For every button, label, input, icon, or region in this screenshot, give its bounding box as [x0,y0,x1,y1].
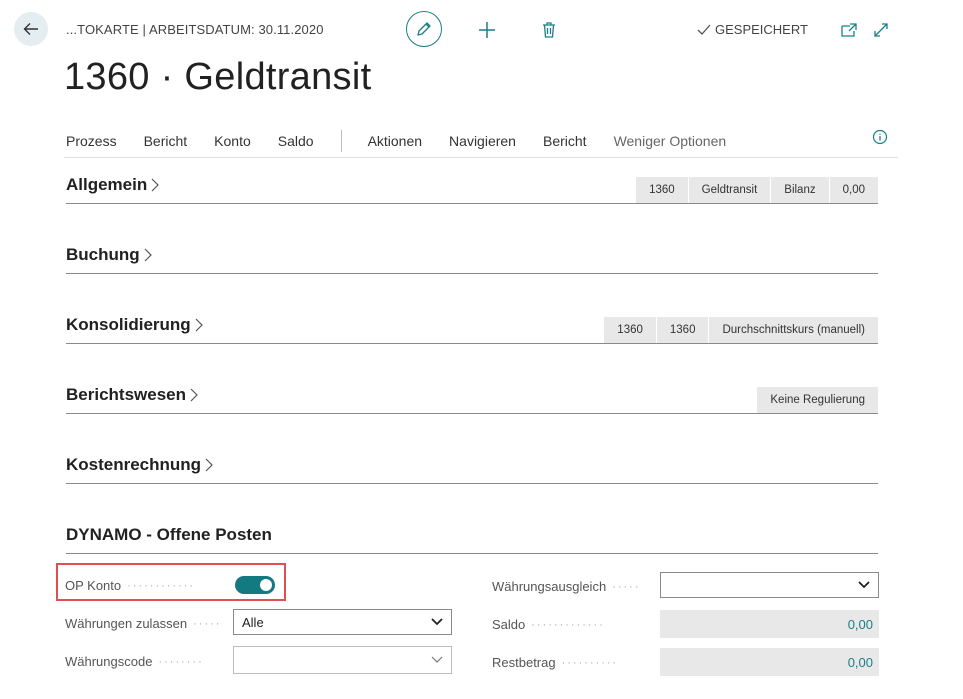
delete-button[interactable] [538,19,560,41]
saldo-value[interactable]: 0,00 [660,610,879,638]
summary-chip: 1360 [636,177,688,203]
summary-chips: Keine Regulierung [757,387,878,413]
waehrungscode-lookup[interactable] [233,646,452,674]
arrow-left-icon [23,23,38,35]
saved-label: GESPEICHERT [715,22,808,37]
field-label-text: Währungscode [65,654,153,669]
expand-icon [874,23,888,37]
action-bericht-2[interactable]: Bericht [543,133,587,149]
back-button[interactable] [14,12,48,46]
checkmark-icon [697,24,711,35]
field-label-text: Währungen zulassen [65,616,188,631]
chevron-right-icon [205,458,213,472]
section-buchung-header[interactable]: Buchung [66,245,153,265]
section-allgemein-header[interactable]: Allgemein [66,175,160,195]
section-kostenrechnung-header[interactable]: Kostenrechnung [66,455,214,475]
chevron-right-icon [195,318,203,332]
section-berichtswesen-header[interactable]: Berichtswesen [66,385,199,405]
waehrungscode-label: Währungscode ········ [65,654,230,669]
chevron-right-icon [144,248,152,262]
chevron-right-icon [151,178,160,192]
label-leader: ····· [612,580,641,593]
summary-chip: Durchschnittskurs (manuell) [708,317,878,343]
action-bericht[interactable]: Bericht [144,133,188,149]
field-label-text: Restbetrag [492,655,556,670]
section-title: Allgemein [66,175,148,194]
section-buchung: Buchung [66,245,878,274]
field-label-text: Währungsausgleich [492,579,607,594]
pencil-icon [417,22,431,36]
plus-icon [479,22,495,38]
action-bar: Prozess Bericht Konto Saldo Aktionen Nav… [66,130,753,152]
section-title: Buchung [66,245,140,264]
summary-chip: Bilanz [770,177,829,203]
info-icon [872,129,888,145]
action-konto[interactable]: Konto [214,133,251,149]
open-new-window-icon [841,23,857,37]
section-berichtswesen: Berichtswesen Keine Regulierung [66,385,878,414]
trash-icon [543,22,555,38]
section-allgemein: Allgemein 1360 Geldtransit Bilanz 0,00 [66,175,878,204]
section-kostenrechnung: Kostenrechnung [66,455,878,484]
section-dynamo: DYNAMO - Offene Posten [66,525,878,554]
waehrungsausgleich-select[interactable] [660,572,879,598]
summary-chip: 1360 [604,317,656,343]
section-konsolidierung: Konsolidierung 1360 1360 Durchschnittsku… [66,315,878,344]
restbetrag-value[interactable]: 0,00 [660,648,879,676]
label-leader: ········ [158,655,204,668]
action-saldo[interactable]: Saldo [278,133,314,149]
label-leader: ············· [531,618,605,631]
waehrungen-zulassen-label: Währungen zulassen ····· [65,616,230,631]
edit-button[interactable] [406,11,442,47]
action-weniger-optionen[interactable]: Weniger Optionen [614,133,727,149]
waehrungen-zulassen-select[interactable]: Alle [233,609,452,635]
section-title: Kostenrechnung [66,455,202,474]
section-dynamo-header[interactable]: DYNAMO - Offene Posten [66,525,272,545]
summary-chips: 1360 Geldtransit Bilanz 0,00 [636,177,878,203]
page-title: 1360 · Geldtransit [64,56,372,98]
chevron-down-icon [858,581,870,589]
new-button[interactable] [476,19,498,41]
action-aktionen[interactable]: Aktionen [368,133,422,149]
save-status: GESPEICHERT [697,22,808,37]
info-button[interactable] [872,129,888,150]
summary-chip: Keine Regulierung [757,387,878,413]
label-leader: ·········· [561,656,619,669]
summary-chip: 1360 [655,317,709,343]
select-value: Alle [242,614,264,630]
expand-button[interactable] [870,20,892,40]
chevron-right-icon [190,388,198,402]
field-label-text: Saldo [492,617,526,632]
action-separator [340,130,342,152]
summary-chip: Geldtransit [687,177,771,203]
waehrungsausgleich-label: Währungsausgleich ····· [492,579,657,594]
action-prozess[interactable]: Prozess [66,133,117,149]
chevron-down-icon [431,656,443,663]
summary-chips: 1360 1360 Durchschnittskurs (manuell) [604,317,878,343]
highlight-box [56,563,286,601]
section-title: DYNAMO - Offene Posten [66,525,272,544]
section-title: Berichtswesen [66,385,186,404]
summary-chip: 0,00 [828,177,878,203]
action-navigieren[interactable]: Navigieren [449,133,516,149]
restbetrag-label: Restbetrag ·········· [492,655,657,670]
open-new-window-button[interactable] [838,20,860,40]
restbetrag-value-text: 0,00 [847,654,873,670]
label-leader: ····· [193,617,222,630]
section-konsolidierung-header[interactable]: Konsolidierung [66,315,204,335]
chevron-down-icon [431,618,443,626]
saldo-value-text: 0,00 [847,616,873,632]
section-title: Konsolidierung [66,315,191,334]
action-bar-divider [64,157,898,158]
breadcrumb: ...TOKARTE | ARBEITSDATUM: 30.11.2020 [66,22,324,37]
saldo-label: Saldo ············· [492,617,657,632]
